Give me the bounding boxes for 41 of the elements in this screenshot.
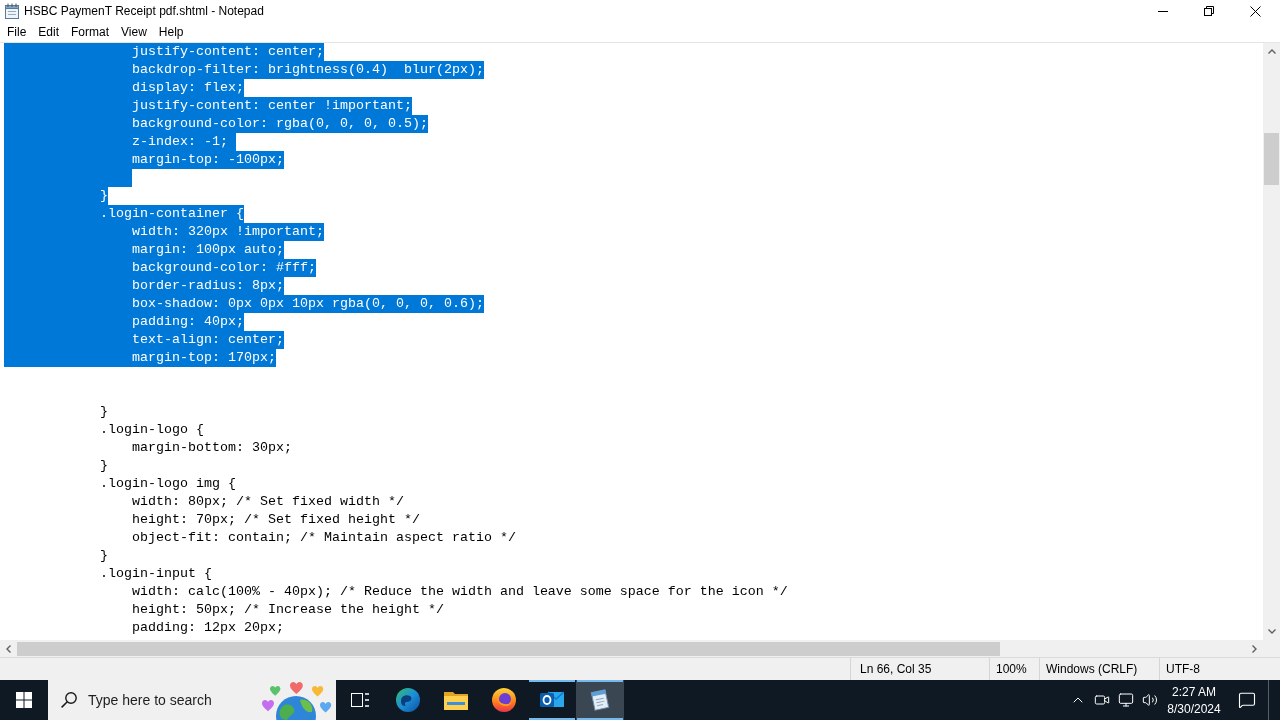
menu-item[interactable]: View <box>115 22 153 42</box>
close-icon <box>1249 5 1261 17</box>
notepad-icon[interactable] <box>589 688 611 712</box>
folder-icon[interactable] <box>444 690 468 710</box>
notepad-icon <box>4 3 20 19</box>
task-view-icon[interactable] <box>350 692 370 708</box>
code-line: width: 80px; /* Set fixed width */ <box>131 493 404 511</box>
menu-item[interactable]: Format <box>65 22 116 42</box>
vertical-scrollbar[interactable] <box>1263 43 1280 640</box>
clock-date[interactable]: 8/30/2024 <box>1167 701 1221 716</box>
menu-item[interactable]: Help <box>152 22 190 42</box>
menu-item[interactable]: File <box>1 22 33 42</box>
scroll-thumb[interactable] <box>17 641 1000 656</box>
scroll-thumb[interactable] <box>1264 133 1279 185</box>
code-line: .login-input { <box>99 565 212 583</box>
code-line: } <box>99 547 108 565</box>
menu-item[interactable]: Edit <box>32 22 66 42</box>
code-line: width: calc(100% - 40px); /* Reduce the width and leave some space for the icon */ <box>131 583 788 601</box>
code-line: padding: 12px 20px; <box>131 619 284 637</box>
window-title: HSBC PaymenT Receipt pdf.shtml - Notepad <box>24 4 264 18</box>
code-line: height: 50px; /* Increase the height */ <box>131 601 444 619</box>
code-line: } <box>99 457 108 475</box>
four-panes-icon[interactable] <box>16 692 32 708</box>
swirl-circle-icon[interactable] <box>396 688 420 712</box>
horizontal-scrollbar[interactable] <box>0 640 1280 657</box>
search-icon <box>61 692 77 708</box>
monitor-icon[interactable] <box>1118 692 1134 708</box>
code-line: } <box>99 403 108 421</box>
code-line: .login-logo img { <box>99 475 236 493</box>
camera-icon[interactable] <box>1094 692 1110 708</box>
restore-icon <box>1204 6 1214 16</box>
speaker-icon[interactable] <box>1142 692 1158 708</box>
code-line: height: 70px; /* Set fixed height */ <box>131 511 420 529</box>
clock-time[interactable]: 2:27 AM <box>1172 684 1216 699</box>
minimize-icon <box>1158 10 1168 12</box>
code-line: .login-logo { <box>99 421 204 439</box>
code-line: object-fit: contain; /* Maintain aspect ratio */ <box>131 529 516 547</box>
flame-circle-icon[interactable] <box>492 688 516 712</box>
code-line: margin-bottom: 30px; <box>131 439 292 457</box>
speech-bubble-icon[interactable] <box>1238 691 1256 709</box>
taskbar-button[interactable] <box>576 680 624 720</box>
